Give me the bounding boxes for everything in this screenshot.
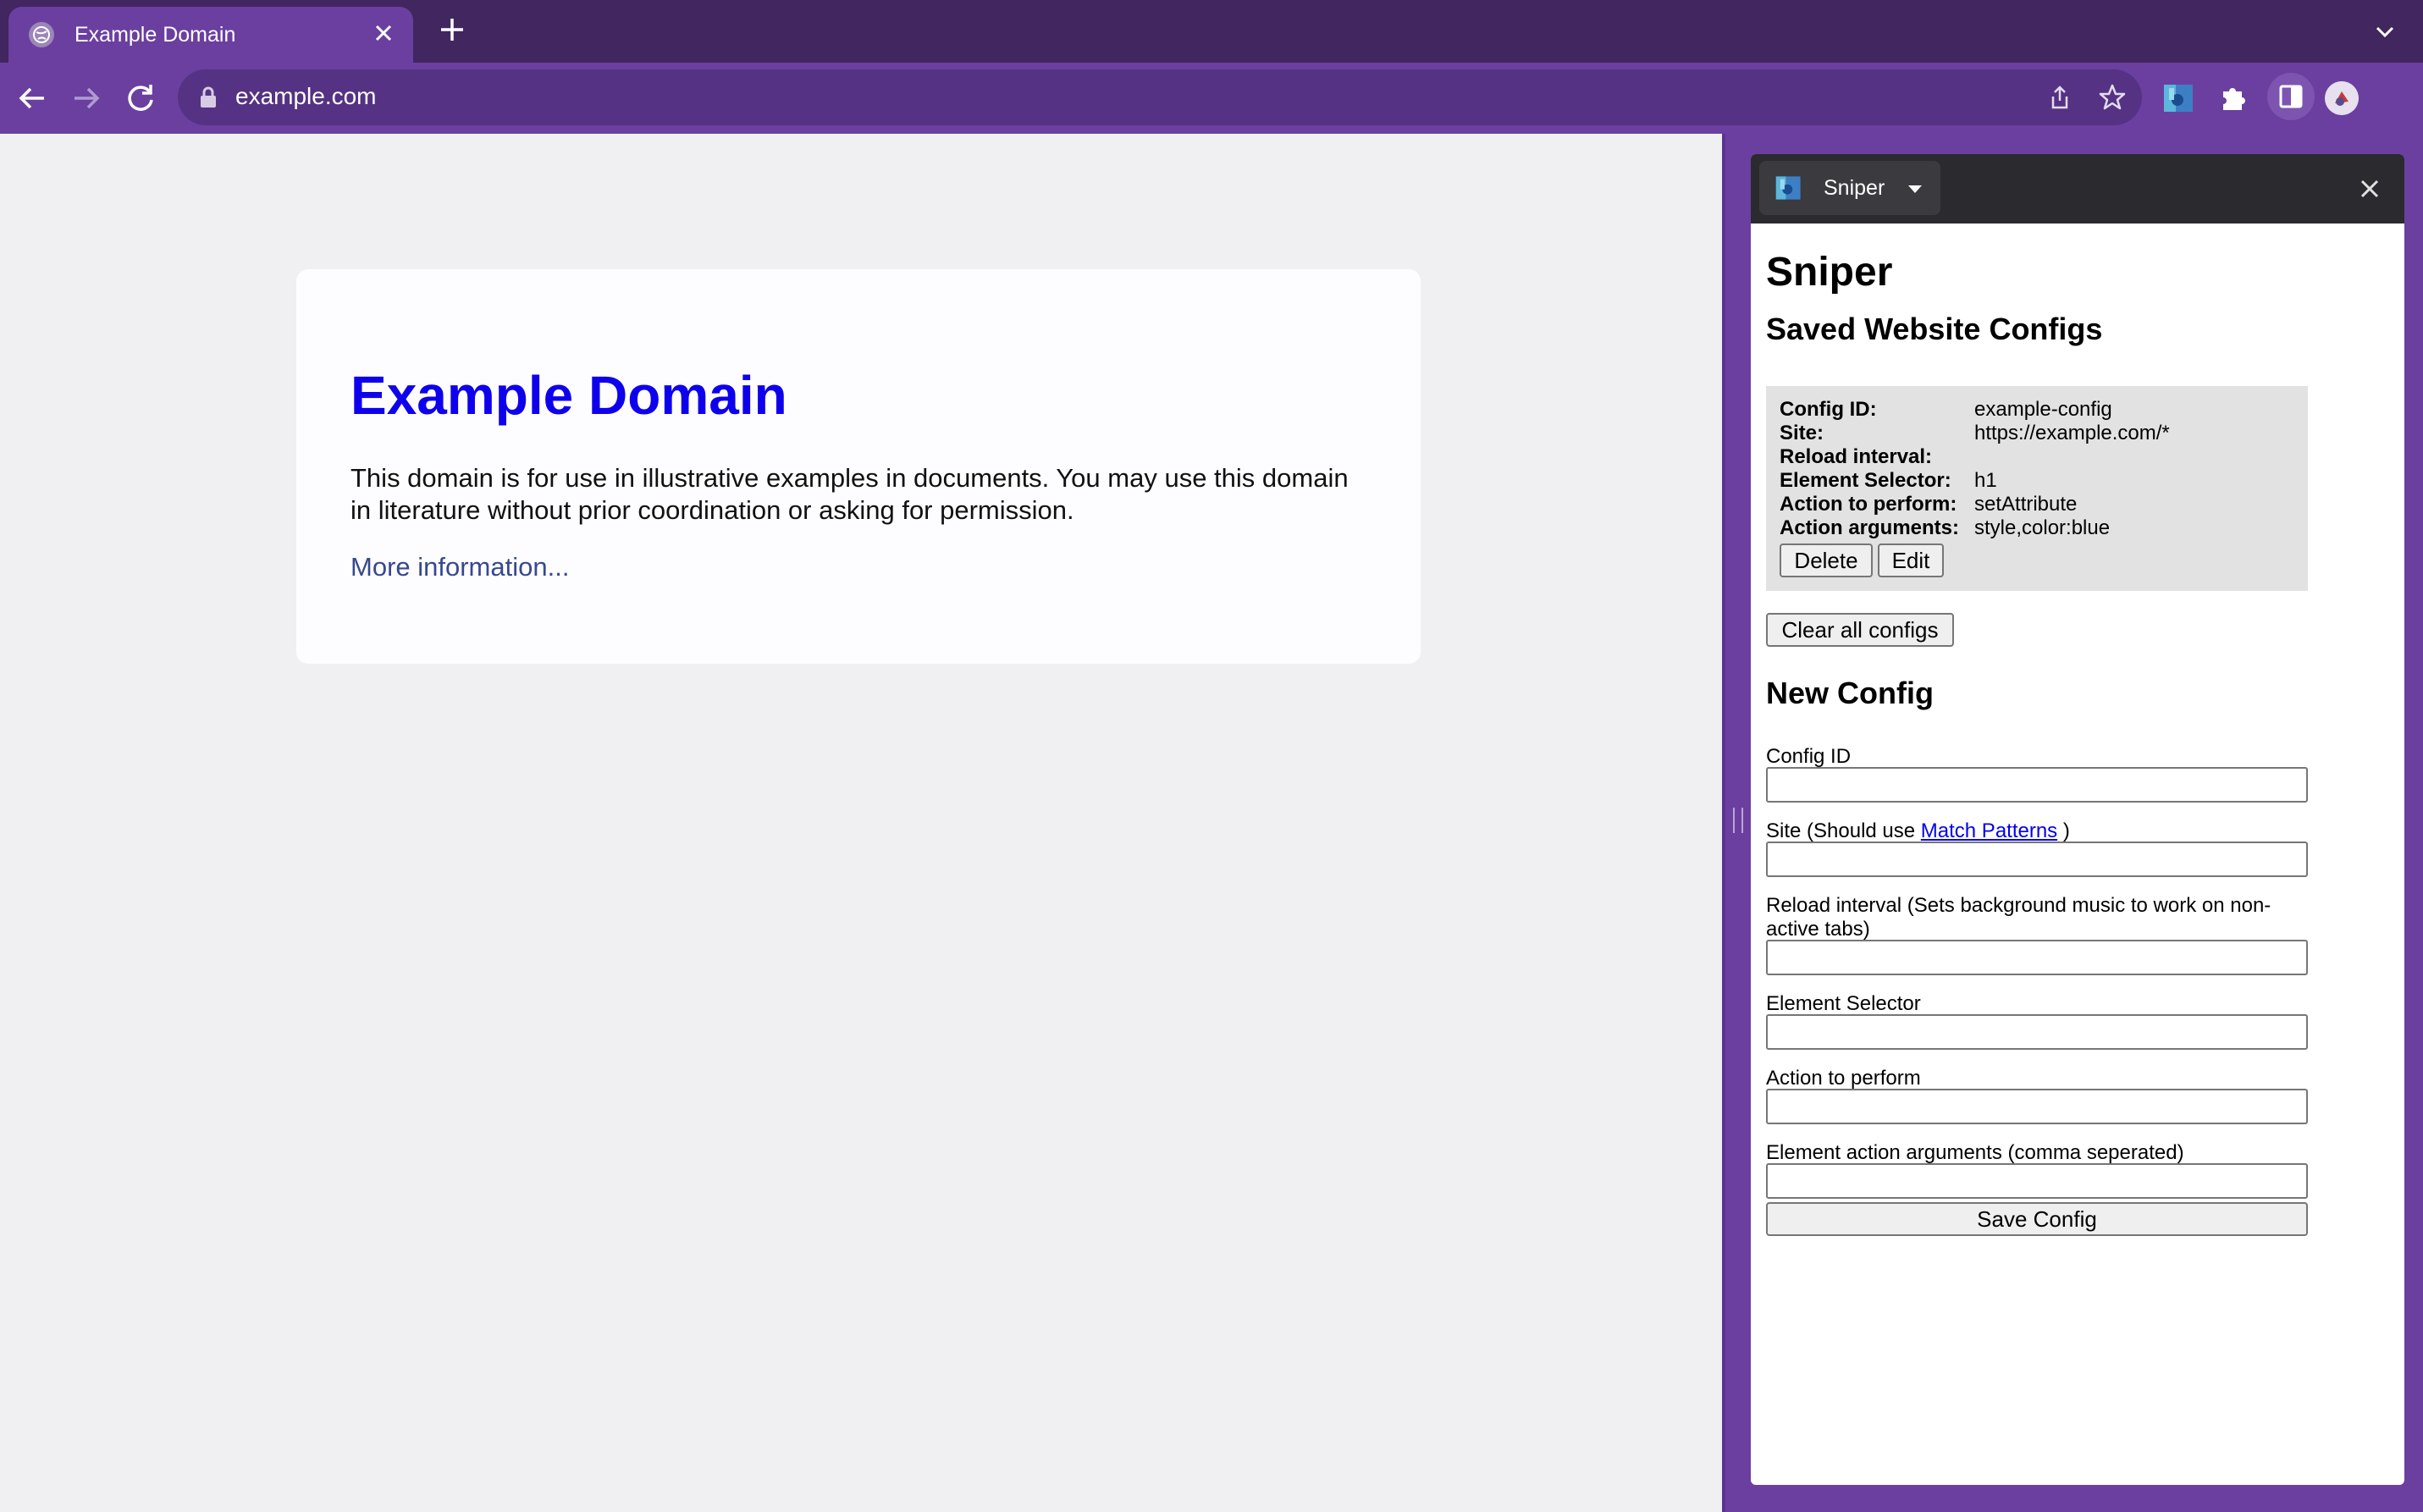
- reload-interval-input[interactable]: [1766, 940, 2308, 975]
- config-id-input[interactable]: [1766, 767, 2308, 803]
- page-viewport: Example Domain This domain is for use in…: [0, 134, 1722, 1512]
- page-heading: Example Domain: [350, 365, 787, 426]
- action-arguments-label: Element action arguments (comma seperate…: [1766, 1141, 2184, 1164]
- extensions-puzzle-icon[interactable]: [2216, 81, 2250, 115]
- address-bar[interactable]: example.com: [178, 69, 2142, 125]
- config-row: Element Selector: h1: [1780, 469, 1997, 493]
- url-text[interactable]: example.com: [235, 83, 377, 110]
- tab-strip: Example Domain: [0, 0, 2423, 63]
- config-value: example-config: [1974, 398, 2112, 421]
- panel-title: Sniper: [1766, 250, 1893, 295]
- back-icon[interactable]: [14, 80, 51, 117]
- config-row: Action arguments: style,color:blue: [1780, 516, 2110, 540]
- config-row: Site: https://example.com/*: [1780, 422, 2170, 445]
- sniper-extension-icon: [1774, 174, 1803, 202]
- chevron-down-icon[interactable]: [2372, 19, 2398, 44]
- element-selector-input[interactable]: [1766, 1014, 2308, 1050]
- action-label: Action to perform: [1766, 1067, 1921, 1090]
- tab-close-icon[interactable]: [371, 22, 396, 47]
- config-value: setAttribute: [1974, 493, 2078, 516]
- config-key: Reload interval:: [1780, 445, 1933, 468]
- page-body-text: This domain is for use in illustrative e…: [350, 463, 1349, 525]
- share-icon[interactable]: [2047, 85, 2073, 110]
- saved-configs-heading: Saved Website Configs: [1766, 312, 2103, 346]
- new-config-heading: New Config: [1766, 676, 1934, 710]
- site-label-suffix: ): [2057, 819, 2070, 842]
- tab-title: Example Domain: [75, 22, 236, 47]
- edit-config-button[interactable]: Edit: [1878, 544, 1944, 577]
- config-row: Reload interval:: [1780, 445, 1974, 469]
- reload-interval-label: Reload interval (Sets background music t…: [1766, 894, 2271, 941]
- clear-all-configs-button[interactable]: Clear all configs: [1766, 613, 1954, 647]
- more-information-link[interactable]: More information...: [350, 552, 569, 582]
- caret-down-icon: [1908, 183, 1922, 198]
- config-key: Action arguments:: [1780, 516, 1960, 539]
- sniper-extension-icon[interactable]: [2162, 81, 2196, 115]
- element-selector-label: Element Selector: [1766, 992, 1921, 1015]
- saved-config-card: Config ID: example-config Site: https://…: [1766, 386, 2308, 591]
- side-panel-toggle[interactable]: [2267, 73, 2315, 120]
- config-key: Config ID:: [1780, 398, 1877, 421]
- toolbar: example.com: [0, 63, 2423, 134]
- side-panel-selector-label: Sniper: [1824, 175, 1885, 200]
- browser-tab[interactable]: Example Domain: [8, 7, 413, 63]
- close-icon[interactable]: [2359, 178, 2381, 200]
- config-id-label: Config ID: [1766, 745, 1852, 768]
- side-panel: Sniper Sniper Saved Website Configs Conf…: [1751, 154, 2404, 1485]
- config-key: Element Selector:: [1780, 469, 1951, 492]
- match-patterns-link[interactable]: Match Patterns: [1921, 819, 2057, 842]
- delete-config-button[interactable]: Delete: [1780, 544, 1873, 577]
- config-value: style,color:blue: [1974, 516, 2111, 539]
- config-value: h1: [1974, 469, 1997, 492]
- forward-icon[interactable]: [68, 80, 105, 117]
- config-row: Action to perform: setAttribute: [1780, 493, 2077, 516]
- site-label-prefix: Site (Should use: [1766, 819, 1921, 842]
- side-panel-selector[interactable]: Sniper: [1759, 161, 1940, 215]
- save-config-button[interactable]: Save Config: [1766, 1202, 2308, 1236]
- config-row: Config ID: example-config: [1780, 398, 2112, 422]
- side-panel-header: Sniper: [1751, 154, 2404, 223]
- new-tab-icon[interactable]: [435, 14, 469, 47]
- globe-icon: [29, 22, 54, 47]
- bookmark-star-icon[interactable]: [2098, 83, 2127, 112]
- config-key: Site:: [1780, 422, 1824, 444]
- site-label: Site (Should use Match Patterns ): [1766, 819, 2316, 843]
- side-panel-icon: [2279, 85, 2303, 108]
- lock-icon[interactable]: [198, 86, 218, 108]
- side-panel-divider: [1722, 134, 1725, 1512]
- config-key: Action to perform:: [1780, 493, 1957, 516]
- site-input[interactable]: [1766, 842, 2308, 877]
- reload-icon[interactable]: [122, 80, 159, 117]
- config-value: https://example.com/*: [1974, 422, 2170, 444]
- content-card: Example Domain This domain is for use in…: [296, 269, 1421, 664]
- action-input[interactable]: [1766, 1089, 2308, 1124]
- resize-grip-handle[interactable]: [1733, 808, 1743, 833]
- avatar[interactable]: [2325, 81, 2359, 115]
- action-arguments-input[interactable]: [1766, 1163, 2308, 1199]
